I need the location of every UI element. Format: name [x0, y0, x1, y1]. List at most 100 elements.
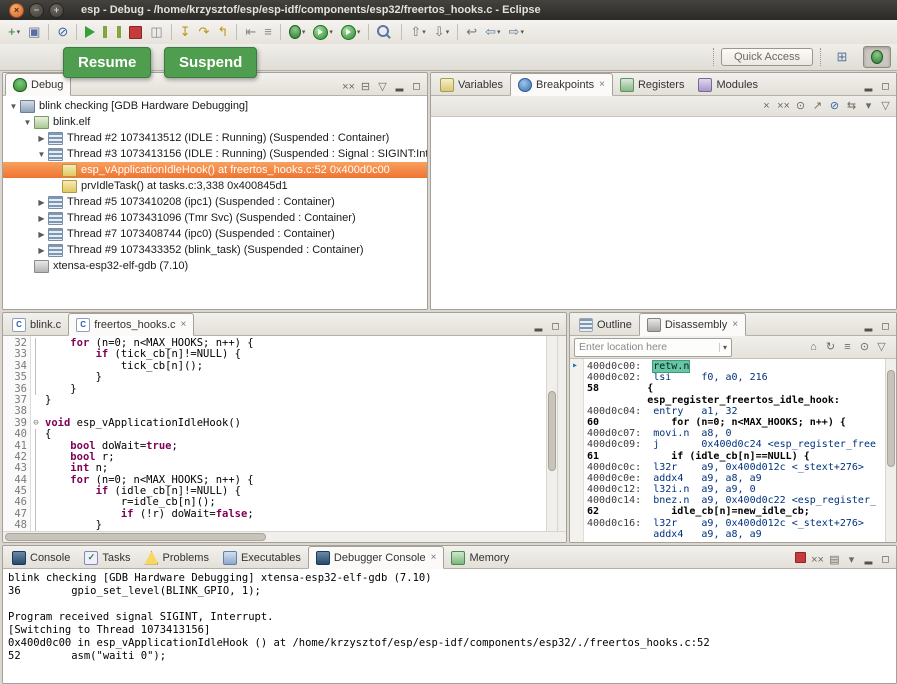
add-breakpoint-menu-button[interactable]: ▾ — [862, 98, 875, 114]
line-number[interactable]: 40 — [3, 429, 27, 440]
tree-item-thread[interactable]: ▶Thread #7 1073408744 (ipc0) (Suspended … — [3, 226, 427, 242]
disassembly-margin[interactable]: ▸ — [570, 359, 584, 542]
minimize-view-button[interactable]: ▂ — [393, 79, 406, 95]
resume-button[interactable] — [82, 22, 98, 42]
editor-line-numbers[interactable]: 3233343536373839404142434445464748 — [3, 336, 31, 531]
editor[interactable]: 3233343536373839404142434445464748 ⊖ for… — [3, 336, 566, 531]
show-source-button[interactable]: ≡ — [841, 339, 854, 355]
back-button[interactable]: ⇦▾ — [482, 22, 503, 42]
suspend-button[interactable] — [100, 22, 124, 42]
code-line[interactable]: } — [45, 520, 546, 531]
step-over-button[interactable]: ↷ — [196, 22, 213, 42]
skip-all-breakpoints-button[interactable]: ⊘ — [828, 98, 841, 114]
disassembly-line[interactable]: 400d0c16: l32r a9, 0x400d012c <_stext+27… — [587, 518, 885, 529]
editor-vertical-scrollbar[interactable] — [546, 336, 557, 531]
tab-outline[interactable]: Outline — [572, 314, 639, 335]
disassembly-line[interactable]: 400d0c09: j 0x400d0c24 <esp_register_fre… — [587, 439, 885, 450]
disassembly-rows[interactable]: 400d0c00: retw.n400d0c02: lsi f0, a0, 21… — [584, 359, 885, 542]
next-annotation-button[interactable]: ⇩▾ — [431, 22, 452, 42]
refresh-view-button[interactable]: ↻ — [824, 339, 837, 355]
titlebar[interactable]: × − + esp - Debug - /home/krzysztof/esp/… — [0, 0, 897, 20]
link-with-debug-view-button[interactable]: ⇆ — [845, 98, 858, 114]
instruction-stepping-button[interactable]: ≡ — [261, 22, 275, 42]
code-line[interactable]: if (!r) doWait=false; — [45, 509, 546, 520]
disassembly-vertical-scrollbar[interactable] — [885, 359, 896, 542]
disassembly-line[interactable]: addx4 a9, a8, a9 — [587, 529, 885, 540]
tab-modules[interactable]: Modules — [691, 74, 765, 95]
tree-item-thread[interactable]: ▶Thread #9 1073433352 (blink_task) (Susp… — [3, 242, 427, 258]
remove-all-breakpoints-button[interactable]: ×× — [777, 98, 790, 114]
tree-expander-icon[interactable]: ▶ — [35, 214, 48, 223]
view-menu-button[interactable]: ▽ — [376, 79, 389, 95]
tab-debug[interactable]: Debug — [5, 73, 71, 96]
disconnect-button[interactable]: ◫ — [147, 22, 165, 42]
view-menu-button[interactable]: ▽ — [879, 98, 892, 114]
external-tools-button[interactable]: ▾ — [338, 22, 364, 42]
tree-item-thread[interactable]: ▶Thread #6 1073431096 (Tmr Svc) (Suspend… — [3, 210, 427, 226]
quick-access-button[interactable]: Quick Access — [721, 48, 813, 66]
tree-expander-icon[interactable]: ▶ — [35, 134, 48, 143]
tree-item-thread[interactable]: ▼Thread #3 1073413156 (IDLE : Running) (… — [3, 146, 427, 162]
close-tab-icon[interactable]: × — [181, 319, 187, 330]
track-expression-button[interactable]: ⊙ — [858, 339, 871, 355]
disassembly-line[interactable]: 62 idle_cb[n]=new_idle_cb; — [587, 506, 885, 517]
fold-marker-icon[interactable]: ⊖ — [31, 418, 41, 429]
code-line[interactable]: } — [45, 384, 546, 395]
editor-fold-column[interactable]: ⊖ — [31, 336, 41, 531]
line-number[interactable]: 43 — [3, 463, 27, 474]
maximize-view-button[interactable]: ◻ — [549, 319, 562, 335]
line-number[interactable]: 35 — [3, 372, 27, 383]
tree-item-launch[interactable]: ▼blink checking [GDB Hardware Debugging] — [3, 98, 427, 114]
close-tab-icon[interactable]: × — [732, 319, 738, 330]
tab-disassembly[interactable]: Disassembly× — [639, 313, 746, 336]
editor-overview-ruler[interactable] — [557, 336, 566, 531]
scrollbar-thumb[interactable] — [5, 533, 266, 541]
debug-button[interactable]: ▾ — [286, 22, 309, 42]
disassembly-line[interactable]: 400d0c04: entry a1, 32 — [587, 406, 885, 417]
new-button[interactable]: +▾ — [5, 22, 23, 42]
minimize-view-button[interactable]: ▂ — [862, 319, 875, 335]
remove-selected-breakpoints-button[interactable]: × — [760, 98, 773, 114]
tab-tasks[interactable]: Tasks — [77, 547, 137, 568]
window-maximize-button[interactable]: + — [49, 3, 64, 18]
remove-all-terminated-button[interactable]: ×× — [342, 79, 355, 95]
code-line[interactable]: int n; — [45, 463, 546, 474]
disassembly-line[interactable]: 61 if (idle_cb[n]==NULL) { — [587, 451, 885, 462]
code-line[interactable]: } — [45, 372, 546, 383]
window-minimize-button[interactable]: − — [29, 3, 44, 18]
last-edit-location-button[interactable]: ↩ — [463, 22, 480, 42]
terminate-button[interactable] — [126, 22, 145, 42]
tab-memory[interactable]: Memory — [444, 547, 516, 568]
tab-debugger-console[interactable]: Debugger Console× — [308, 546, 445, 569]
tree-item-gdb[interactable]: xtensa-esp32-elf-gdb (7.10) — [3, 258, 427, 274]
tree-expander-icon[interactable]: ▼ — [7, 102, 20, 111]
scrollbar-thumb[interactable] — [548, 391, 556, 471]
debug-perspective-button[interactable] — [863, 46, 891, 68]
disassembly-line[interactable]: 58 { — [587, 383, 885, 394]
disassembly-line[interactable]: 400d0c07: movi.n a8, 0 — [587, 428, 885, 439]
tab-breakpoints[interactable]: Breakpoints× — [510, 73, 613, 96]
debug-tree[interactable]: ▼blink checking [GDB Hardware Debugging]… — [3, 96, 427, 309]
close-tab-icon[interactable]: × — [599, 79, 605, 90]
location-input[interactable]: Enter location here ▾ — [574, 338, 732, 357]
go-to-file-for-breakpoint-button[interactable]: ↗ — [811, 98, 824, 114]
remove-all-terminated-launches-button[interactable]: ×× — [811, 552, 824, 568]
maximize-view-button[interactable]: ◻ — [410, 79, 423, 95]
go-to-pc-button[interactable]: ⌂ — [807, 339, 820, 355]
code-line[interactable]: bool doWait=true; — [45, 441, 546, 452]
tab-freertos-hooks-c[interactable]: freertos_hooks.c× — [68, 313, 194, 336]
collapse-all-button[interactable]: ⊟ — [359, 79, 372, 95]
code-line[interactable]: { — [45, 429, 546, 440]
skip-all-breakpoints-button[interactable]: ⊘ — [54, 22, 71, 42]
show-breakpoints-supported-button[interactable]: ⊙ — [794, 98, 807, 114]
minimize-view-button[interactable]: ▂ — [862, 79, 875, 95]
step-into-button[interactable]: ↧ — [177, 22, 194, 42]
close-tab-icon[interactable]: × — [431, 552, 437, 563]
step-return-button[interactable]: ↰ — [214, 22, 231, 42]
tree-expander-icon[interactable]: ▶ — [35, 246, 48, 255]
terminate-button[interactable] — [794, 552, 807, 568]
disassembly-line[interactable]: esp_register_freertos_idle_hook: — [587, 395, 885, 406]
open-perspective-button[interactable]: ⊞ — [828, 46, 856, 68]
code-line[interactable]: bool r; — [45, 452, 546, 463]
previous-annotation-button[interactable]: ⇧▾ — [407, 22, 428, 42]
